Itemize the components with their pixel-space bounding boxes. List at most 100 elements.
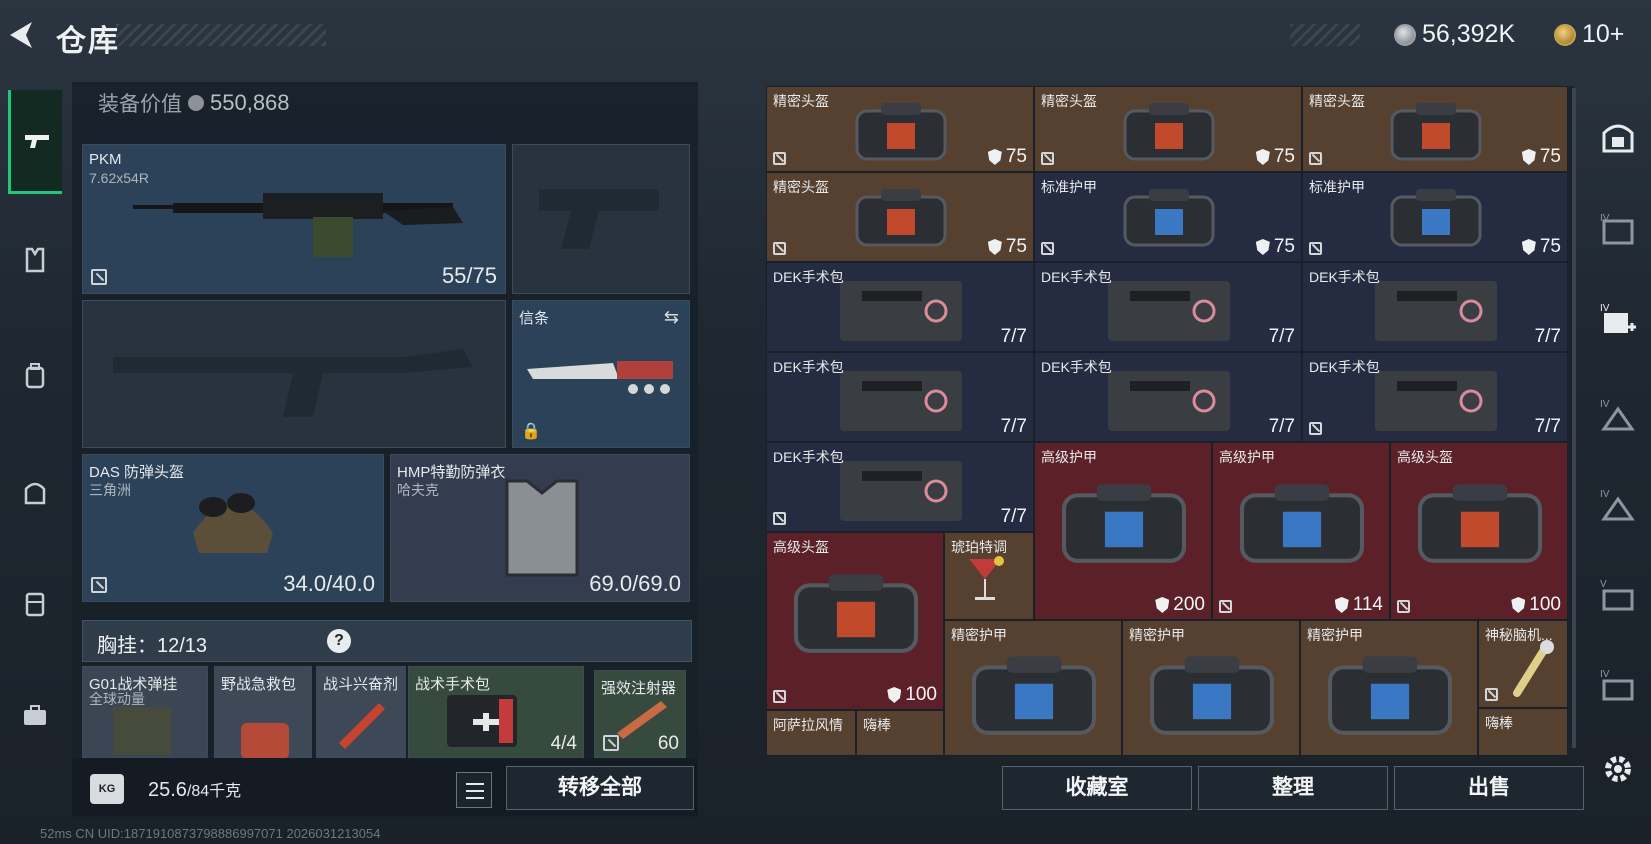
back-arrow-icon[interactable] [4,18,36,52]
top-bar: 仓库 56,392K 10+ [0,0,1651,72]
container-tab-iv-2[interactable]: IV [1584,382,1651,452]
nav-backpack[interactable] [8,324,62,428]
help-icon[interactable]: ? [327,629,351,653]
storage-item[interactable]: DEK手术包 7/7 [766,262,1034,352]
item-name: 标准护甲 [1041,179,1097,195]
nav-bag[interactable] [8,440,62,544]
storage-item[interactable]: DEK手术包 7/7 [1302,262,1568,352]
container-tab-add[interactable]: IV [1584,286,1651,356]
bag-icon [24,482,46,505]
storage-panel: 精密头盔 75 精密头盔 75 精密头盔 75 精密头盔 75 标准护甲 75 标准护甲 75 DEK手… [766,86,1574,756]
secondary-weapon-slot-empty[interactable] [82,300,506,448]
storage-item[interactable]: 精密头盔 75 [766,86,1034,172]
storage-item[interactable]: DEK手术包 7/7 [1034,262,1302,352]
item-name: 精密头盔 [1309,93,1365,109]
item-name: DEK手术包 [1309,359,1380,375]
storage-item[interactable]: 标准护甲 75 [1034,172,1302,262]
sell-button[interactable]: 出售 [1394,766,1584,810]
storage-item[interactable]: 神秘脑机... [1478,620,1568,708]
storage-item[interactable]: DEK手术包 7/7 [766,352,1034,442]
storage-item[interactable]: 琥珀特调 [944,532,1034,620]
surgery-kit-image [1375,281,1497,341]
armor-slot[interactable]: HMP特勤防弹衣 哈夫克 69.0/69.0 [390,454,690,602]
storage-item[interactable]: 精密头盔 75 [766,172,1034,262]
no-drop-icon [91,577,107,593]
nav-vest[interactable] [8,208,62,312]
injector-image [339,703,385,749]
vest-item-surgery-kit[interactable]: 战术手术包 4/4 [408,666,584,758]
melee-slot[interactable]: 信条 ⇆ 🔒 [512,300,690,448]
equipment-case-image [1123,189,1215,247]
storage-item[interactable]: 高级护甲 114 [1212,442,1390,620]
primary-weapon-slot[interactable]: PKM 7.62x54R 55/75 [82,144,506,294]
item-name: 精密护甲 [1307,627,1363,643]
container-tab-iv-4[interactable]: IV [1584,652,1651,722]
storage-scrollbar[interactable] [1572,88,1576,748]
storage-item[interactable]: 高级护甲 200 [1034,442,1212,620]
shield-icon [1155,597,1170,613]
vest-item-strong-injector[interactable]: 强效注射器 60 [594,670,686,758]
storage-item[interactable]: 精密头盔 75 [1302,86,1568,172]
pistol-slot-empty[interactable] [512,144,690,294]
surgery-kit-image [447,695,517,747]
storage-item[interactable]: 高级头盔 100 [766,532,944,710]
item-value-text: 7/7 [1000,416,1027,437]
vest-item-stimulant[interactable]: 战斗兴奋剂 [316,666,406,758]
no-drop-icon [603,735,619,751]
storage-item[interactable]: 嗨棒 [1478,708,1568,756]
storage-item[interactable]: DEK手术包 7/7 [1034,352,1302,442]
item-name: DEK手术包 [1309,269,1380,285]
storage-item[interactable]: 精密护甲 [1122,620,1300,756]
container-tab-iv-1[interactable]: IV [1584,196,1651,266]
list-view-button[interactable] [456,772,492,808]
storage-item[interactable]: 高级头盔 100 [1390,442,1568,620]
collection-room-button[interactable]: 收藏室 [1002,766,1192,810]
storage-item[interactable]: 精密护甲 [944,620,1122,756]
storage-item[interactable]: 阿萨拉风情 [766,710,856,756]
no-drop-icon [91,269,107,285]
equipment-case-image [855,189,947,247]
nav-toolbox[interactable] [8,664,62,768]
vest-item-g01[interactable]: G01战术弹挂 全球动量 [82,666,208,758]
item-value: 75 [1255,236,1295,258]
container-tab-v[interactable]: V [1584,562,1651,632]
weight-icon: KG [90,774,124,804]
helmet-slot[interactable]: DAS 防弹头盔 三角洲 34.0/40.0 [82,454,384,602]
transfer-all-button[interactable]: 转移全部 [506,766,694,810]
gear-icon [1604,756,1631,782]
shield-icon [1521,149,1536,165]
chest-rig-label: 胸挂：12/13 [97,635,208,657]
organize-button[interactable]: 整理 [1198,766,1388,810]
swap-icon[interactable]: ⇆ [664,307,679,328]
item-value-text: 7/7 [1534,326,1561,347]
item-name: 精密头盔 [1041,93,1097,109]
storage-item[interactable]: 精密头盔 75 [1034,86,1302,172]
storage-item[interactable]: 标准护甲 75 [1302,172,1568,262]
silver-amount: 56,392K [1422,20,1516,48]
storage-item[interactable]: 精密护甲 [1300,620,1478,756]
surgery-kit-image [840,371,962,431]
gold-currency[interactable]: 10+ [1554,20,1624,49]
rifle-silhouette [113,349,473,417]
no-drop-icon [1041,242,1054,255]
settings-button[interactable] [1584,734,1651,804]
surgery-kit-image [1108,371,1230,431]
nav-weapons[interactable] [8,90,62,194]
nav-container[interactable] [8,552,62,656]
storage-item[interactable]: 嗨棒 [856,710,944,756]
item-value: 100 [1511,594,1561,616]
item-count: 4/4 [550,733,577,754]
storage-box-icon: IV [1600,399,1635,431]
chest-rig-bar[interactable]: 胸挂：12/13 ? [82,620,692,662]
currency-decoration [1290,24,1360,46]
item-value: 75 [1521,146,1561,168]
storage-item[interactable]: DEK手术包 7/7 [1302,352,1568,442]
no-drop-icon [1485,688,1498,701]
item-value-text: 200 [1173,594,1205,615]
storage-item[interactable]: DEK手术包 7/7 [766,442,1034,532]
item-value: 75 [1521,236,1561,258]
safe-box-tab[interactable] [1584,102,1651,172]
equipment-case-image [855,103,947,161]
container-tab-iv-3[interactable]: IV [1584,472,1651,542]
vest-item-first-aid[interactable]: 野战急救包 [214,666,312,759]
